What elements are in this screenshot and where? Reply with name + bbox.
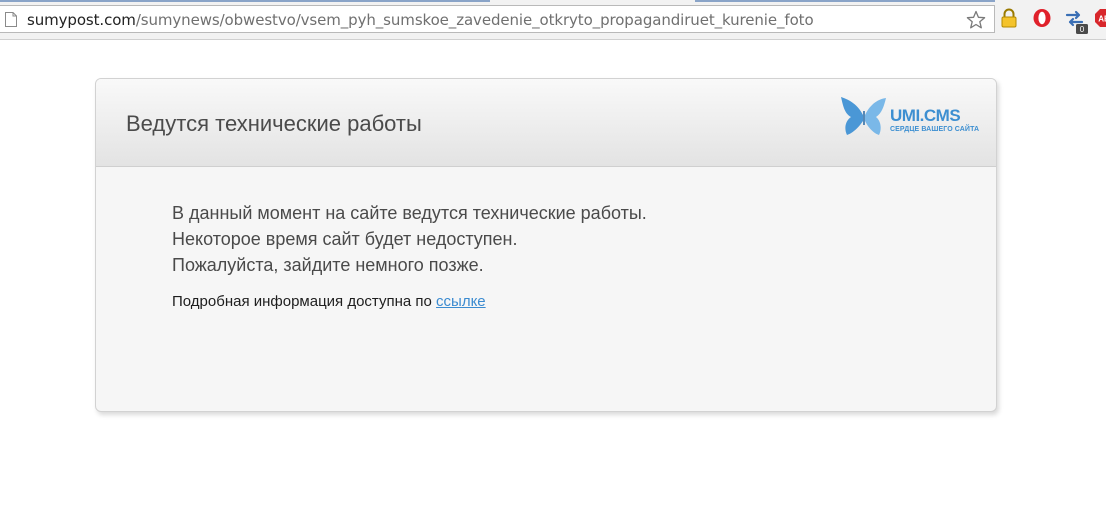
address-bar[interactable]: sumypost.com/sumynews/obwestvo/vsem_pyh_…	[0, 5, 995, 33]
message-line: В данный момент на сайте ведутся техниче…	[172, 203, 647, 223]
more-info-text: Подробная информация доступна по	[172, 293, 432, 310]
logo-tagline: СЕРДЦЕ ВАШЕГО САЙТА	[890, 126, 980, 133]
lock-icon[interactable]	[1000, 8, 1018, 33]
more-info-link[interactable]: ссылке	[436, 293, 486, 310]
url-host: sumypost.com	[27, 11, 136, 29]
url-path: /sumynews/obwestvo/vsem_pyh_sumskoe_zave…	[135, 11, 814, 29]
sync-icon[interactable]: 0	[1064, 6, 1090, 39]
url-text[interactable]: sumypost.com/sumynews/obwestvo/vsem_pyh_…	[27, 11, 814, 29]
sync-badge: 0	[1080, 25, 1085, 34]
opera-icon[interactable]	[1032, 8, 1052, 33]
message-line: Некоторое время сайт будет недоступен.	[172, 229, 518, 249]
maintenance-panel: Ведутся технические работы UMI.CMS СЕРДЦ…	[95, 78, 997, 412]
tab-edge	[0, 0, 490, 2]
adblock-label: AB	[1098, 15, 1106, 24]
maintenance-message: В данный момент на сайте ведутся техниче…	[172, 200, 647, 278]
adblock-icon[interactable]: AB	[1094, 8, 1106, 33]
butterfly-icon	[841, 97, 886, 135]
more-info: Подробная информация доступна по ссылке	[172, 293, 486, 310]
star-icon[interactable]	[966, 10, 986, 35]
tab-edge	[695, 0, 995, 2]
page-icon	[4, 11, 18, 33]
message-line: Пожалуйста, зайдите немного позже.	[172, 255, 484, 275]
panel-header: Ведутся технические работы UMI.CMS СЕРДЦ…	[96, 79, 996, 167]
logo-text: UMI.CMS	[890, 106, 961, 125]
browser-toolbar: sumypost.com/sumynews/obwestvo/vsem_pyh_…	[0, 0, 1106, 40]
umi-cms-logo: UMI.CMS СЕРДЦЕ ВАШЕГО САЙТА	[839, 93, 979, 141]
page-title: Ведутся технические работы	[126, 111, 422, 136]
toolbar-divider	[0, 39, 1106, 40]
